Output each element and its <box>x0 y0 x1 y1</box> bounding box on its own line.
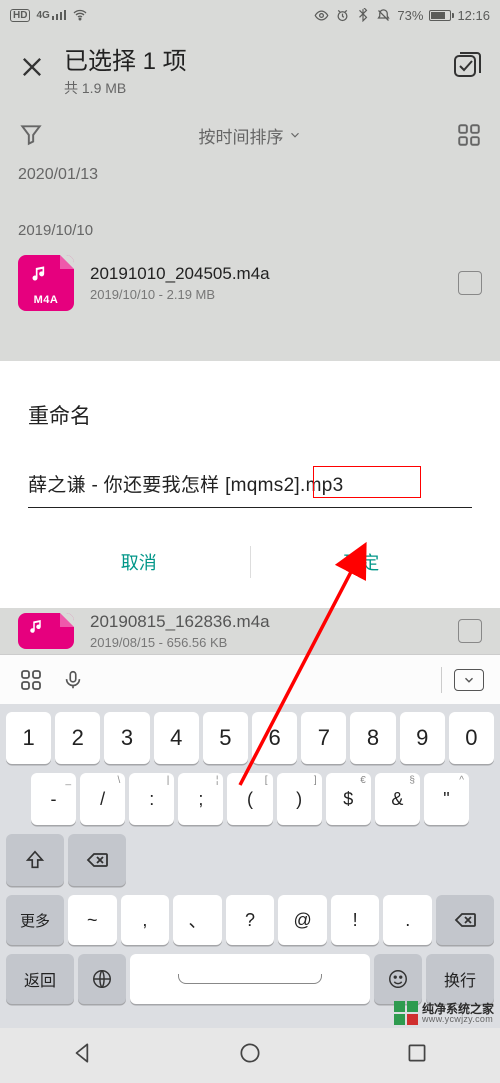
key[interactable]: . <box>383 895 432 945</box>
key[interactable]: 7 <box>301 712 346 764</box>
key[interactable]: / <box>80 773 125 825</box>
rename-input-value: 薛之谦 - 你还要我怎样 [mqms2].mp3 <box>28 475 343 496</box>
mute-icon <box>376 8 391 23</box>
close-selection-button[interactable] <box>18 53 46 86</box>
key[interactable]: 8 <box>350 712 395 764</box>
eye-off-icon <box>314 8 329 23</box>
more-symbols-key[interactable]: 更多 <box>6 895 64 945</box>
music-note-icon <box>28 617 46 640</box>
shift-key[interactable] <box>6 834 64 886</box>
key[interactable]: @ <box>278 895 327 945</box>
watermark: 纯净系统之家 www.ycwjzy.com <box>394 1001 494 1025</box>
bluetooth-icon <box>356 8 370 22</box>
date-header: 2020/01/13 <box>0 162 500 190</box>
row-checkbox[interactable] <box>458 271 482 295</box>
enter-key[interactable]: 换行 <box>426 954 494 1004</box>
globe-key[interactable] <box>78 954 126 1004</box>
key[interactable]: ) <box>277 773 322 825</box>
hide-keyboard-button[interactable] <box>452 663 486 697</box>
header-title: 已选择 1 项 <box>64 41 432 76</box>
clock-time: 12:16 <box>457 8 490 23</box>
keyboard-toolbar <box>0 654 500 704</box>
key[interactable]: & <box>375 773 420 825</box>
rename-dialog: 重命名 薛之谦 - 你还要我怎样 [mqms2].mp3 取消 确定 <box>0 376 500 590</box>
header-subtitle: 共 1.9 MB <box>64 78 432 98</box>
status-right: 73% 12:16 <box>314 8 490 23</box>
soft-keyboard: 1234567890 -/:;()$&" 更多 ~ , 、 ? @ ! . 返回… <box>0 704 500 1028</box>
return-mode-key[interactable]: 返回 <box>6 954 74 1004</box>
key[interactable]: 2 <box>55 712 100 764</box>
key[interactable]: $ <box>326 773 371 825</box>
wifi-icon <box>72 7 88 23</box>
view-grid-button[interactable] <box>456 122 482 148</box>
key[interactable]: ! <box>331 895 380 945</box>
alarm-icon <box>335 8 350 23</box>
key[interactable]: 0 <box>449 712 494 764</box>
select-all-button[interactable] <box>450 51 482 88</box>
key[interactable]: 4 <box>154 712 199 764</box>
watermark-logo-icon <box>394 1001 418 1025</box>
battery-percent: 73% <box>397 8 423 23</box>
sort-button[interactable]: 按时间排序 <box>44 123 456 148</box>
system-nav-bar <box>0 1028 500 1083</box>
file-thumb-audio <box>18 613 74 649</box>
nav-back-button[interactable] <box>70 1040 96 1071</box>
backspace-key[interactable] <box>436 895 494 945</box>
space-key[interactable] <box>130 954 370 1004</box>
dialog-title: 重命名 <box>28 400 472 430</box>
list-toolbar: 按时间排序 <box>0 108 500 162</box>
header-titles: 已选择 1 项 共 1.9 MB <box>64 41 432 98</box>
key[interactable]: 、 <box>173 895 222 945</box>
network-4g-icon: 4G <box>36 10 66 21</box>
rename-input[interactable]: 薛之谦 - 你还要我怎样 [mqms2].mp3 <box>28 470 472 508</box>
key[interactable]: 1 <box>6 712 51 764</box>
key[interactable]: : <box>129 773 174 825</box>
file-meta: 2019/10/10 - 2.19 MB <box>90 287 442 302</box>
selection-header: 已选择 1 项 共 1.9 MB <box>0 30 500 108</box>
emoji-key[interactable] <box>374 954 422 1004</box>
backspace-key[interactable] <box>68 834 126 886</box>
key[interactable]: ( <box>227 773 272 825</box>
watermark-url: www.ycwjzy.com <box>422 1015 494 1024</box>
key[interactable]: , <box>121 895 170 945</box>
filter-button[interactable] <box>18 122 44 148</box>
key[interactable]: - <box>31 773 76 825</box>
status-left: HD 4G <box>10 7 88 23</box>
key[interactable]: 6 <box>252 712 297 764</box>
file-name: 20191010_204505.m4a <box>90 264 442 284</box>
file-name: 20190815_162836.m4a <box>90 612 442 632</box>
key[interactable]: ; <box>178 773 223 825</box>
file-row[interactable]: M4A 20191010_204505.m4a 2019/10/10 - 2.1… <box>0 245 500 321</box>
confirm-button[interactable]: 确定 <box>251 534 473 590</box>
music-note-icon <box>30 263 50 288</box>
file-meta: 2019/08/15 - 656.56 KB <box>90 635 442 650</box>
row-checkbox[interactable] <box>458 619 482 643</box>
ime-apps-button[interactable] <box>14 663 48 697</box>
status-bar: HD 4G 73% 12:16 <box>0 0 500 30</box>
voice-input-button[interactable] <box>56 663 90 697</box>
divider <box>441 667 442 693</box>
chevron-down-icon <box>288 128 302 142</box>
nav-recents-button[interactable] <box>404 1040 430 1071</box>
key[interactable]: 3 <box>104 712 149 764</box>
nav-home-button[interactable] <box>237 1040 263 1071</box>
key[interactable]: ~ <box>68 895 117 945</box>
watermark-title: 纯净系统之家 <box>422 1003 494 1015</box>
key[interactable]: 5 <box>203 712 248 764</box>
cancel-button[interactable]: 取消 <box>28 534 250 590</box>
battery-icon <box>429 10 451 21</box>
key[interactable]: ? <box>226 895 275 945</box>
key[interactable]: " <box>424 773 469 825</box>
file-ext-label: M4A <box>34 294 59 306</box>
hd-icon: HD <box>10 9 30 22</box>
file-thumb-audio: M4A <box>18 255 74 311</box>
sort-label: 按时间排序 <box>199 123 284 148</box>
key[interactable]: 9 <box>400 712 445 764</box>
date-header: 2019/10/10 <box>0 212 500 245</box>
file-row[interactable]: 20190815_162836.m4a 2019/08/15 - 656.56 … <box>0 608 500 654</box>
